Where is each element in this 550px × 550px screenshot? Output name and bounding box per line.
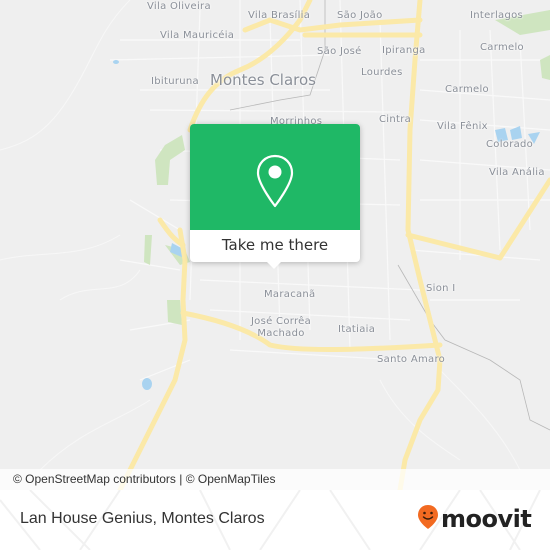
place-label: Vila Brasília bbox=[248, 10, 311, 21]
place-label: José Corrêa Machado bbox=[250, 316, 312, 339]
map[interactable]: Vila Oliveira Vila Brasília São João Int… bbox=[0, 0, 550, 490]
place-label: Vila Fênix bbox=[437, 121, 488, 132]
place-label: Cintra bbox=[379, 114, 412, 125]
place-label: Vila Mauricéia bbox=[160, 30, 235, 41]
footer-bar: Lan House Genius, Montes Claros moovit bbox=[0, 490, 550, 550]
place-label: Ipiranga bbox=[382, 45, 426, 56]
popup-header bbox=[190, 124, 360, 230]
place-label: São José bbox=[317, 46, 362, 57]
moovit-logo[interactable]: moovit bbox=[417, 504, 532, 534]
place-label: Carmelo bbox=[480, 42, 524, 53]
place-label: Carmelo bbox=[445, 84, 489, 95]
place-label: Interlagos bbox=[470, 10, 524, 21]
place-label: Ibituruna bbox=[151, 76, 199, 87]
place-label: Colorado bbox=[486, 139, 534, 150]
place-label: Sion I bbox=[426, 283, 456, 294]
moovit-wordmark: moovit bbox=[441, 505, 532, 533]
place-label: São João bbox=[337, 10, 383, 21]
city-label: Montes Claros bbox=[210, 71, 316, 89]
take-me-there-button[interactable]: Take me there bbox=[190, 230, 360, 262]
attribution-text[interactable]: © OpenStreetMap contributors | © OpenMap… bbox=[13, 472, 275, 486]
location-popup[interactable]: Take me there bbox=[190, 124, 360, 269]
place-label: Santo Amaro bbox=[377, 354, 446, 365]
place-title: Lan House Genius, Montes Claros bbox=[20, 510, 265, 527]
place-label: Vila Oliveira bbox=[147, 1, 211, 12]
place-label: Vila Anália bbox=[489, 167, 545, 178]
place-label: Lourdes bbox=[361, 67, 403, 78]
moovit-pin-icon bbox=[417, 504, 439, 534]
map-pin-icon bbox=[256, 154, 294, 214]
place-label: Maracanã bbox=[264, 289, 316, 300]
place-label: Itatiaia bbox=[338, 324, 376, 335]
popup-pointer bbox=[266, 261, 282, 269]
map-attribution: © OpenStreetMap contributors | © OpenMap… bbox=[0, 469, 550, 490]
